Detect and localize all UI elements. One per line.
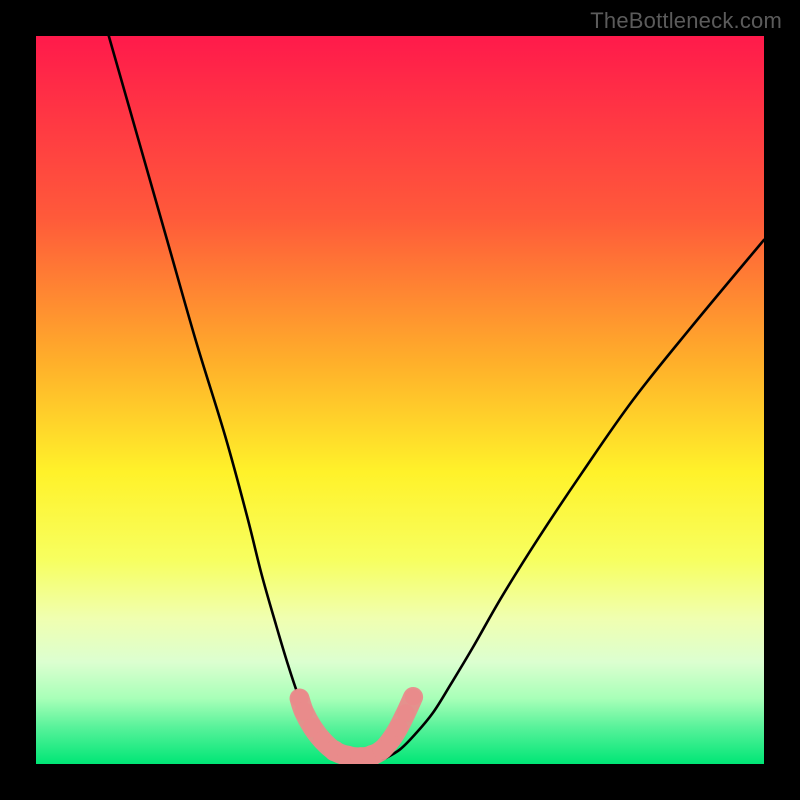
series-right-curve — [385, 240, 764, 758]
watermark: TheBottleneck.com — [590, 8, 782, 34]
marker-dot — [397, 704, 414, 721]
curves-layer — [36, 36, 764, 764]
plot-area — [36, 36, 764, 764]
chart-frame: TheBottleneck.com — [0, 0, 800, 800]
series-left-curve — [109, 36, 342, 758]
marker-dot — [405, 689, 421, 705]
